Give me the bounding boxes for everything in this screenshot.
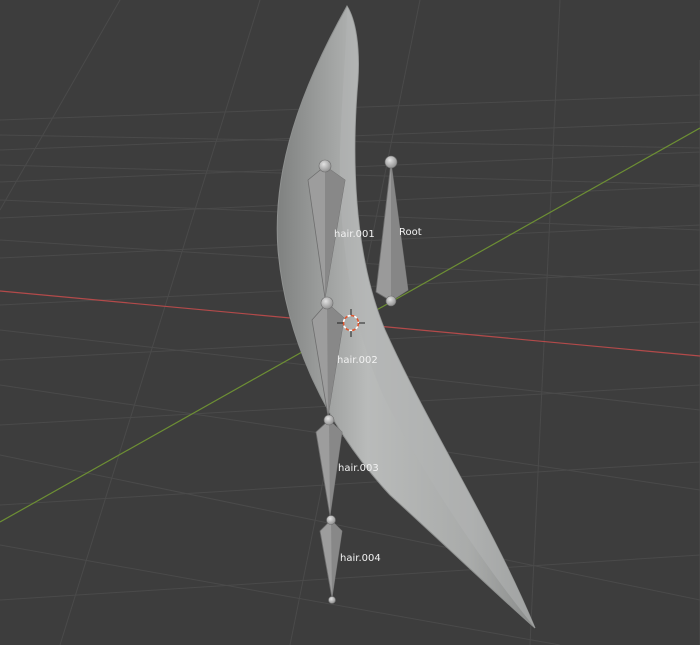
viewport-scene[interactable]: Root hair.001 hair.002 hair.003 hair.004 xyxy=(0,0,700,645)
bone-label-root: Root xyxy=(399,227,422,238)
bone-label-hair-003: hair.003 xyxy=(338,463,379,474)
bone-root-tail xyxy=(385,295,397,307)
bone-label-hair-001: hair.001 xyxy=(334,229,375,240)
bone-root-head xyxy=(384,155,398,169)
bone-hair-003-head xyxy=(323,414,335,426)
bone-label-hair-002: hair.002 xyxy=(337,355,378,366)
3d-viewport[interactable]: Root hair.001 hair.002 hair.003 hair.004 xyxy=(0,0,700,645)
bone-hair-001-head xyxy=(318,159,332,173)
bone-hair-004[interactable] xyxy=(319,515,343,604)
bone-hair-004-head xyxy=(326,515,336,525)
bone-hair-002-head xyxy=(320,296,334,310)
bone-label-hair-004: hair.004 xyxy=(340,553,381,564)
bone-hair-004-tail xyxy=(328,596,336,604)
